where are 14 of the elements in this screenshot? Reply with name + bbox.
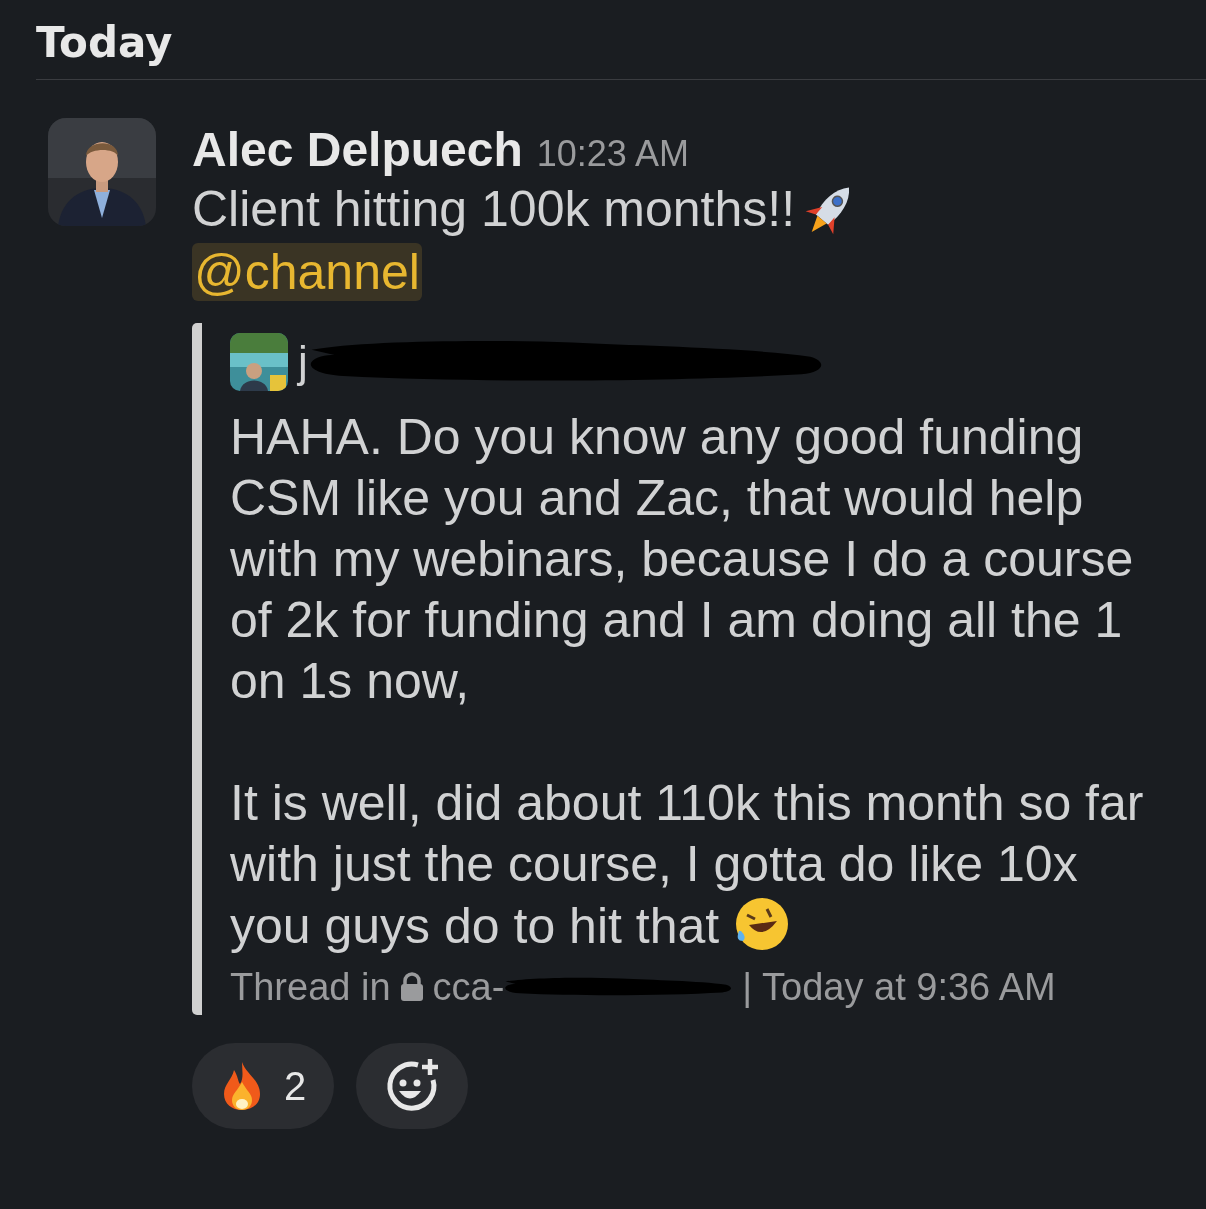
message-text: Client hitting 100k months!! — [192, 180, 796, 238]
day-heading: Today — [36, 18, 173, 67]
reaction-button[interactable]: 2 — [192, 1043, 335, 1129]
thread-timestamp[interactable]: | Today at 9:36 AM — [742, 965, 1056, 1009]
author-name[interactable]: Alec Delpuech — [192, 122, 523, 177]
avatar — [230, 333, 288, 391]
author-name[interactable]: j — [298, 334, 308, 390]
thread-label: Thread in — [230, 965, 391, 1009]
message-text: HAHA. Do you know any good funding CSM like you and Zac, that would help with my webinars, because I do a course of 2k for funding and I am doing all the 1 on 1s now, — [230, 408, 1135, 711]
lock-icon — [398, 972, 425, 1002]
timestamp[interactable]: 10:23 AM — [536, 133, 689, 175]
channel-name[interactable]: cca- — [432, 965, 505, 1009]
mention-link[interactable]: @channel — [192, 243, 422, 301]
message-text: It is well, did about 110k this month so far with just the course, I gotta do like 10x you guys do to hit that — [230, 774, 1145, 956]
